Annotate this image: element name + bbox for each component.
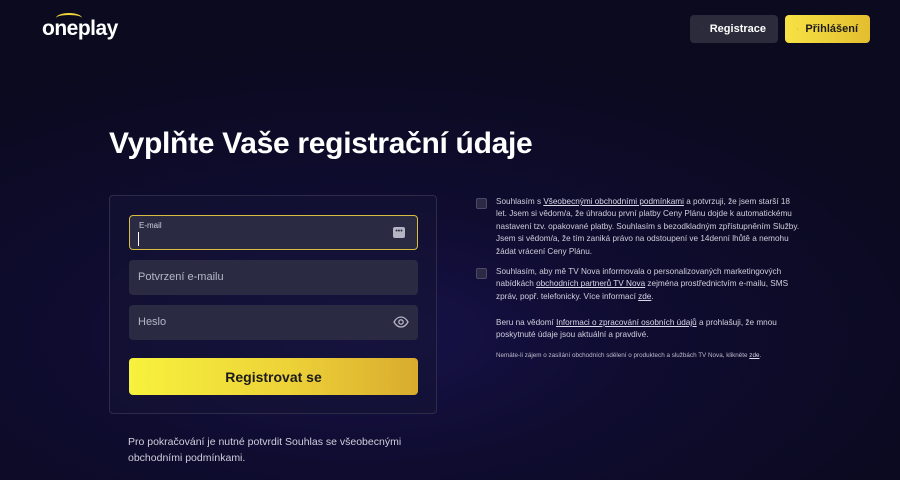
register-label: Registrace — [709, 23, 766, 35]
privacy-info-link[interactable]: Informaci o zpracování osobních údajů — [556, 318, 697, 327]
optout-link[interactable]: zde — [749, 352, 759, 359]
logo-swoosh-icon — [56, 13, 82, 23]
oneplay-logo[interactable]: oneplay — [42, 13, 118, 41]
register-button[interactable]: Registrace — [690, 15, 778, 43]
login-label: Přihlášení — [805, 23, 858, 35]
login-icon — [797, 28, 799, 30]
privacy-text-pre: Beru na vědomí — [496, 318, 557, 327]
email-label: E-mail — [139, 221, 162, 230]
partners-link[interactable]: obchodních partnerů TV Nova — [536, 279, 645, 288]
optout-text-post: . — [759, 352, 762, 359]
autofill-key-icon[interactable]: ••• — [393, 227, 405, 238]
email-input[interactable] — [138, 232, 379, 246]
terms-required-note: Pro pokračování je nutné potvrdit Souhla… — [128, 436, 402, 464]
terms-text-pre: Souhlasím s — [496, 197, 544, 206]
page-title: Vyplňte Vaše registrační údaje — [109, 127, 533, 160]
register-submit-button[interactable]: Registrovat se — [129, 358, 418, 395]
confirm-email-field[interactable]: Potvrzení e-mailu — [129, 260, 418, 295]
optout-notice-text: Nemáte-li zájem o zasílání obchodních sd… — [496, 351, 802, 360]
password-placeholder: Heslo — [138, 316, 167, 328]
privacy-notice-text: Beru na vědomí Informaci o zpracování os… — [496, 317, 802, 342]
marketing-consent-text: Souhlasím, aby mě TV Nova informovala o … — [496, 266, 802, 303]
marketing-info-link[interactable]: zde — [638, 292, 651, 301]
terms-link[interactable]: Všeobecnými obchodními podmínkami — [543, 197, 684, 206]
optout-text-pre: Nemáte-li zájem o zasílání obchodních sd… — [496, 352, 750, 359]
registration-form: E-mail ••• Potvrzení e-mailu Heslo Regis… — [109, 195, 437, 414]
user-add-icon — [702, 28, 703, 30]
terms-consent-text: Souhlasím s Všeobecnými obchodními podmí… — [496, 196, 802, 258]
login-button[interactable]: Přihlášení — [785, 15, 870, 43]
email-field[interactable]: E-mail ••• — [129, 215, 418, 250]
eye-icon[interactable] — [393, 315, 409, 329]
password-field[interactable]: Heslo — [129, 305, 418, 340]
confirm-email-placeholder: Potvrzení e-mailu — [138, 271, 224, 283]
terms-checkbox[interactable] — [476, 198, 487, 209]
marketing-checkbox[interactable] — [476, 268, 487, 279]
marketing-text-post: . — [651, 291, 654, 301]
